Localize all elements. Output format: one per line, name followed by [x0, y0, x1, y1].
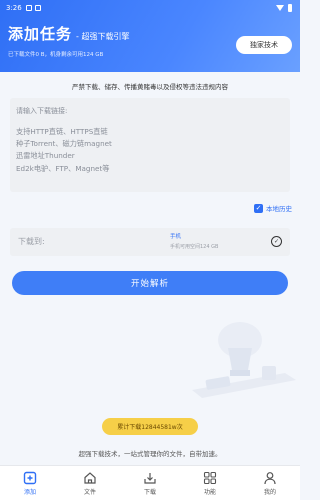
download-location-name: 手机	[170, 234, 182, 240]
tab-add[interactable]: 添加	[10, 471, 50, 496]
bottom-tab-bar: 添加 文件 下载 功能 我的	[0, 465, 300, 500]
download-count-badge: 累计下载12844581w次	[102, 418, 198, 435]
tab-download-label: 下载	[143, 488, 156, 496]
battery-icon	[288, 4, 292, 12]
tab-features[interactable]: 功能	[190, 471, 230, 496]
notification-icon	[25, 5, 32, 11]
add-icon	[23, 471, 37, 484]
local-history-toggle[interactable]: ✓ 本地历史	[254, 203, 292, 213]
tab-files[interactable]: 文件	[70, 471, 110, 496]
notification-icon	[34, 5, 41, 11]
start-parse-button[interactable]: 开始解析	[12, 271, 288, 295]
hint-line: 支持HTTP直链、HTTPS直链	[16, 127, 108, 136]
hint-line: 迅雷地址Thunder	[16, 151, 75, 161]
check-circle-icon[interactable]: ✓	[271, 236, 282, 247]
tab-profile-label: 我的	[263, 488, 276, 496]
status-bar: 3:26	[6, 2, 292, 14]
page-title: 添加任务	[8, 25, 73, 43]
download-location-selector[interactable]: 下载到: 手机 手机可用空间124 GB ✓	[10, 228, 290, 256]
checkbox-checked-icon[interactable]: ✓	[254, 203, 263, 213]
hint-line: Ed2k电驴、FTP、Magnet等	[16, 163, 110, 173]
grid-icon	[203, 471, 217, 484]
link-input-field[interactable]: 请输入下载链接: 支持HTTP直链、HTTPS直链 种子Torrent、磁力链m…	[10, 98, 290, 192]
local-history-label: 本地历史	[266, 205, 292, 213]
tab-features-label: 功能	[203, 488, 216, 496]
tab-add-label: 添加	[23, 488, 36, 496]
wifi-icon	[276, 5, 284, 11]
page-subtitle: - 超强下载引擎	[76, 32, 130, 41]
trophy-illustration	[192, 322, 296, 398]
user-icon	[264, 471, 276, 484]
tab-profile[interactable]: 我的	[250, 471, 290, 496]
link-input-placeholder: 请输入下载链接:	[16, 107, 68, 115]
legal-notice: 严禁下载、储存、传播黄赌毒以及侵权等违法违规内容	[72, 83, 228, 91]
tab-download[interactable]: 下载	[130, 471, 170, 496]
home-icon	[84, 471, 96, 484]
tab-files-label: 文件	[83, 488, 96, 496]
status-time: 3:26	[6, 4, 22, 12]
hint-line: 种子Torrent、磁力链magnet	[16, 139, 112, 149]
exclusive-tech-button[interactable]: 独家技术	[236, 36, 292, 54]
slogan-text: 超强下载技术，一站式管理你的文件，自带加速。	[78, 450, 222, 458]
download-to-label: 下载到:	[18, 237, 45, 246]
storage-info: 已下载文件0 B，机身剩余可用124 GB	[8, 52, 104, 58]
link-input-hint: 支持HTTP直链、HTTPS直链 种子Torrent、磁力链magnet 迅雷地…	[16, 126, 284, 175]
download-location-space: 手机可用空间124 GB	[170, 244, 219, 250]
header-banner: 3:26 添加任务 - 超强下载引擎 已下载文件0 B，机身剩余可用124 GB…	[0, 0, 300, 72]
download-icon	[144, 472, 156, 484]
